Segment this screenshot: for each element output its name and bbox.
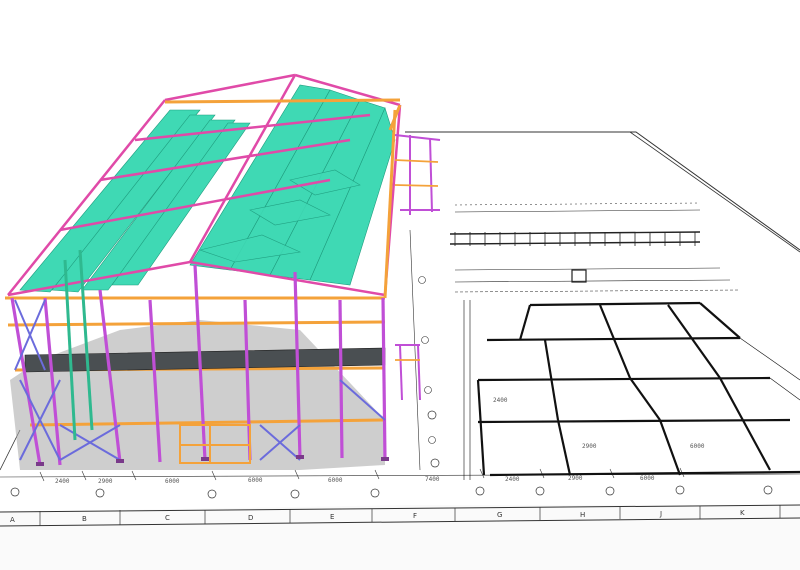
dimension-label: 2900 xyxy=(98,478,113,485)
grid-letter: D xyxy=(248,514,253,522)
grid-letter: H xyxy=(580,511,585,519)
dimension-label: 6000 xyxy=(165,478,180,485)
dimension-label: 2400 xyxy=(505,476,520,483)
dimension-label: 7400 xyxy=(425,476,440,483)
roof-purlins xyxy=(19,84,396,293)
vertical-dimension xyxy=(409,229,436,471)
grid-letter: B xyxy=(82,515,87,523)
grid-letter: J xyxy=(659,510,662,518)
sheet-inner-edge xyxy=(629,131,800,253)
plan-labels: 2400 2900 6000 xyxy=(493,397,705,450)
floor-plan xyxy=(463,300,800,480)
grid-letter: A xyxy=(10,516,15,524)
grid-letter: K xyxy=(740,509,745,517)
grid-letter: F xyxy=(413,512,417,520)
dimension-label: 6000 xyxy=(248,477,263,484)
elevation-strip xyxy=(449,202,741,293)
grid-letter: G xyxy=(497,511,502,519)
dimension-label: 6000 xyxy=(640,475,655,482)
span-label: 6000 xyxy=(690,443,705,450)
scene-illustration: A B C D E F G H J K 2400 2900 6000 6000 … xyxy=(0,73,800,570)
span-label: 2900 xyxy=(582,443,597,450)
dimension-label: 2400 xyxy=(55,478,70,485)
grid-letter: E xyxy=(330,513,334,521)
grid-letter: C xyxy=(165,514,170,522)
span-label: 2400 xyxy=(493,397,508,404)
dimension-label: 6000 xyxy=(328,477,343,484)
dimension-label: 2900 xyxy=(568,475,583,482)
